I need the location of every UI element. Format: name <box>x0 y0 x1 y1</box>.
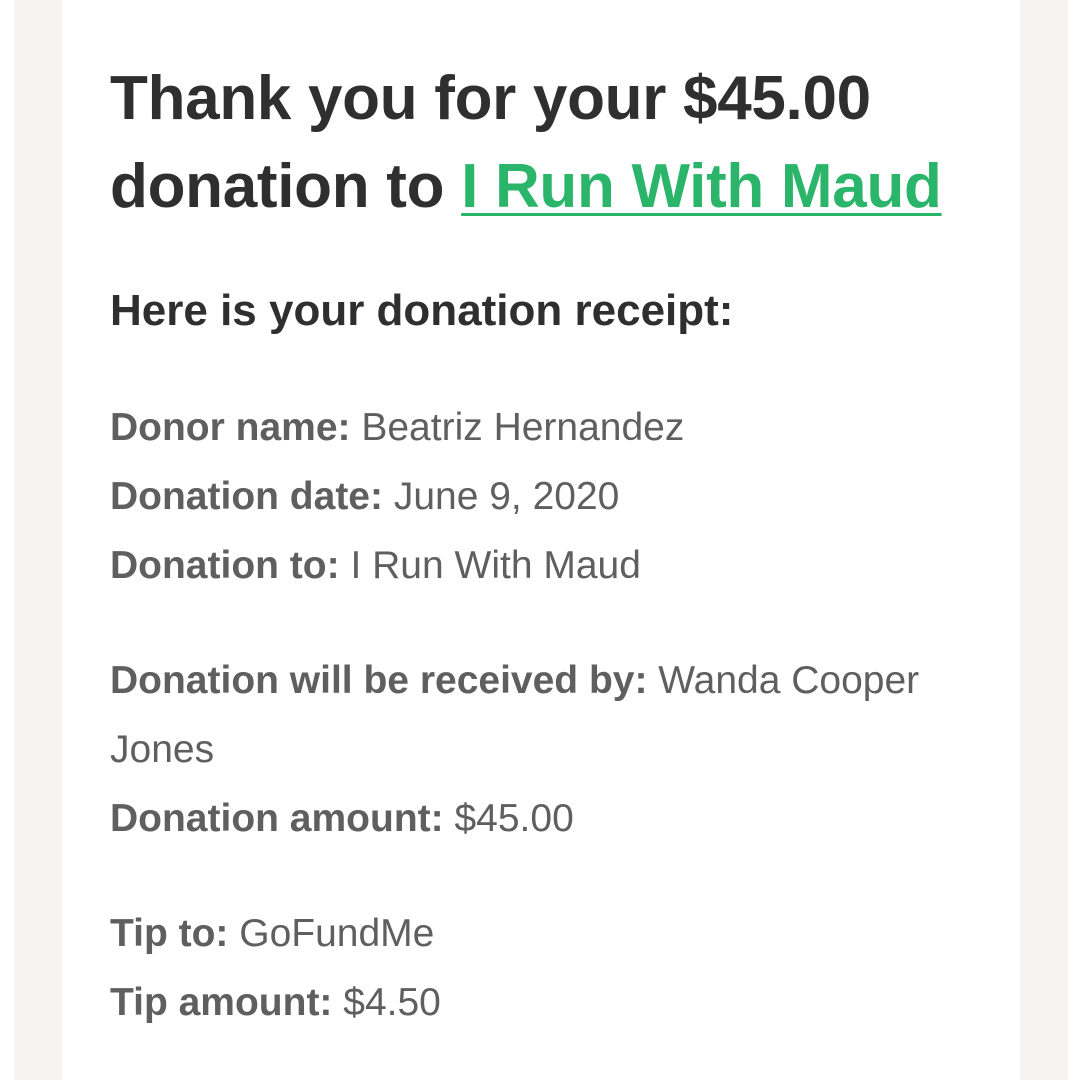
receipt-heading: Here is your donation receipt: <box>110 286 734 335</box>
left-margin-band <box>14 0 62 1080</box>
receipt-row-donation-amount: Donation amount: $45.00 <box>110 784 990 853</box>
received-by-label: Donation will be received by: <box>110 659 648 702</box>
receipt-group-tip: Tip to: GoFundMe Tip amount: $4.50 <box>110 899 990 1037</box>
receipt-group-donor: Donor name: Beatriz Hernandez Donation d… <box>110 393 990 600</box>
donation-amount-label: Donation amount: <box>110 797 444 840</box>
receipt-row-donor-name: Donor name: Beatriz Hernandez <box>110 393 990 462</box>
receipt-row-tip-to: Tip to: GoFundMe <box>110 899 990 968</box>
donation-to-value: I Run With Maud <box>350 544 641 587</box>
donation-date-value: June 9, 2020 <box>393 475 620 518</box>
donor-name-label: Donor name: <box>110 406 351 449</box>
donation-to-label: Donation to: <box>110 544 340 587</box>
receipt-row-received-by: Donation will be received by: Wanda Coop… <box>110 646 990 784</box>
tip-amount-label: Tip amount: <box>110 981 333 1024</box>
thank-you-headline: Thank you for your $45.00 donation to I … <box>110 55 990 231</box>
donation-amount-value: $45.00 <box>454 797 574 840</box>
donation-date-label: Donation date: <box>110 475 383 518</box>
tip-amount-value: $4.50 <box>343 981 441 1024</box>
receipt-row-donation-date: Donation date: June 9, 2020 <box>110 462 990 531</box>
donor-name-value: Beatriz Hernandez <box>361 406 685 449</box>
receipt-row-donation-to: Donation to: I Run With Maud <box>110 531 990 600</box>
right-margin-band <box>1020 0 1068 1080</box>
receipt-group-recipient: Donation will be received by: Wanda Coop… <box>110 646 990 853</box>
tip-to-value: GoFundMe <box>239 912 435 955</box>
email-card: Thank you for your $45.00 donation to I … <box>62 0 1020 1080</box>
email-content: Thank you for your $45.00 donation to I … <box>110 55 990 1037</box>
tip-to-label: Tip to: <box>110 912 229 955</box>
campaign-link[interactable]: I Run With Maud <box>461 152 942 221</box>
receipt-row-tip-amount: Tip amount: $4.50 <box>110 968 990 1037</box>
